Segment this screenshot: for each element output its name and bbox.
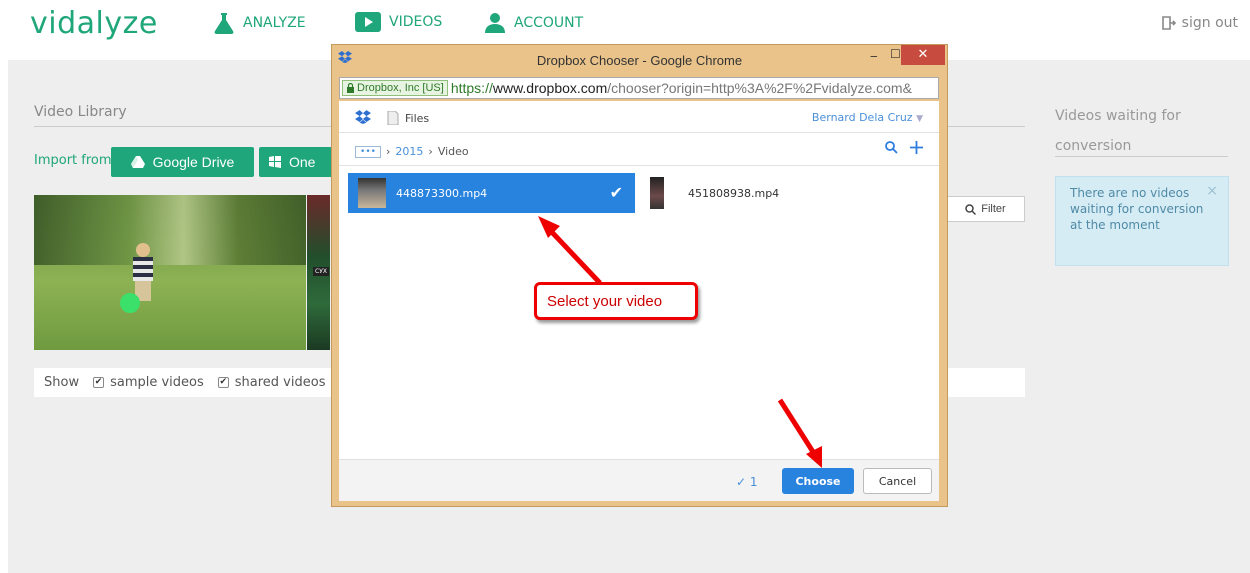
import-from-label: Import from (34, 153, 112, 168)
cancel-button[interactable]: Cancel (863, 468, 932, 494)
search-icon (965, 203, 977, 215)
sign-out-label: sign out (1181, 15, 1238, 31)
thumbnail-tag: СУХ (313, 267, 329, 276)
files-label: Files (405, 111, 430, 125)
nav-videos[interactable]: VIDEOS (355, 12, 442, 32)
breadcrumb-more[interactable]: ••• (355, 145, 381, 158)
breadcrumb-year[interactable]: 2015 (395, 145, 423, 158)
files-tab[interactable]: Files (387, 111, 429, 125)
selected-count: ✓ 1 (736, 475, 758, 489)
window-titlebar: Dropbox Chooser - Google Chrome ‒ ☐ ✕ (332, 45, 947, 76)
annotation-callout: Select your video (534, 282, 698, 320)
divider (339, 165, 939, 166)
lock-icon (347, 83, 354, 93)
url-host: www.dropbox.com (492, 80, 608, 96)
video-file-thumbnail (650, 177, 664, 209)
ssl-label: Dropbox, Inc [US] (357, 82, 444, 94)
file-icon (387, 111, 399, 125)
close-window-button[interactable]: ✕ (901, 45, 945, 65)
divider (1055, 156, 1228, 157)
chooser-header: Files Bernard Dela Cruz ▼ (339, 101, 939, 133)
shared-videos-label: shared videos (234, 375, 326, 390)
user-name: Bernard Dela Cruz (811, 111, 913, 124)
divider (945, 126, 1025, 127)
file-item-selected[interactable]: 448873300.mp4 ✔ (348, 173, 635, 213)
google-drive-label: Google Drive (152, 154, 235, 170)
dropbox-logo-icon (355, 110, 371, 124)
filter-button[interactable]: Filter (946, 196, 1025, 222)
checkbox-checked-icon: ✔ (93, 377, 105, 388)
nav-analyze[interactable]: ANALYZE (213, 12, 306, 34)
show-label: Show (44, 375, 80, 390)
child-body (133, 257, 153, 281)
file-name: 451808938.mp4 (688, 186, 780, 200)
filter-label: Filter (981, 203, 1006, 215)
onedrive-button[interactable]: One (259, 147, 331, 177)
breadcrumb: ••• › 2015 › Video (355, 145, 469, 158)
url-path: /chooser?origin=http%3A%2F%2Fvidalyze.co… (607, 80, 912, 96)
waiting-info-message: There are no videos waiting for conversi… (1070, 186, 1204, 232)
chooser-tools (885, 141, 923, 154)
flask-icon (214, 13, 234, 34)
address-bar[interactable]: Dropbox, Inc [US] https:// www.dropbox.c… (339, 77, 939, 99)
page: vidalyze ANALYZE VIDEOS ACCOUNT sign out… (0, 0, 1250, 573)
play-icon (355, 12, 381, 32)
user-icon (485, 13, 505, 33)
divider (34, 126, 334, 127)
nav-account-label: ACCOUNT (514, 15, 584, 31)
sample-videos-label: sample videos (110, 375, 204, 390)
chevron-down-icon: ▼ (916, 114, 923, 124)
file-item[interactable]: 451808938.mp4 (650, 177, 779, 209)
chevron-right-icon: › (428, 145, 433, 158)
logo[interactable]: vidalyze (30, 6, 158, 41)
breadcrumb-current: Video (437, 145, 469, 158)
ssl-badge: Dropbox, Inc [US] (342, 80, 448, 96)
onedrive-label: One (289, 154, 316, 170)
shared-videos-checkbox[interactable]: ✔ shared videos (217, 375, 326, 390)
dropbox-chooser-window: Dropbox Chooser - Google Chrome ‒ ☐ ✕ Dr… (331, 44, 948, 507)
window-title: Dropbox Chooser - Google Chrome (536, 53, 743, 68)
checkmark-icon: ✔ (609, 183, 623, 202)
waiting-info-alert: There are no videos waiting for conversi… (1055, 176, 1229, 266)
windows-icon (269, 156, 281, 168)
video-thumbnail[interactable]: СУХ (307, 195, 330, 350)
url-scheme: https:// (450, 80, 493, 96)
checkbox-checked-icon: ✔ (217, 377, 229, 388)
waiting-conversion-title: Videos waiting for conversion (1055, 108, 1181, 154)
video-library-title: Video Library (34, 104, 127, 120)
google-drive-icon (130, 155, 145, 168)
maximize-icon[interactable]: ☐ (890, 47, 901, 61)
close-icon[interactable]: × (1206, 183, 1218, 199)
google-drive-button[interactable]: Google Drive (111, 147, 254, 177)
plus-icon[interactable] (910, 141, 923, 154)
thumbnail-ball (120, 293, 140, 313)
chevron-right-icon: › (386, 145, 391, 158)
nav-videos-label: VIDEOS (389, 14, 443, 30)
chooser-footer: ✓ 1 Choose Cancel (339, 459, 939, 501)
nav-analyze-label: ANALYZE (243, 15, 306, 31)
thumbnail-background (34, 195, 306, 265)
sign-out-icon (1161, 16, 1176, 30)
nav-account[interactable]: ACCOUNT (484, 12, 583, 34)
sample-videos-checkbox[interactable]: ✔ sample videos (93, 375, 204, 390)
video-thumbnail[interactable] (34, 195, 306, 350)
choose-button[interactable]: Choose (782, 468, 854, 494)
user-menu[interactable]: Bernard Dela Cruz ▼ (812, 111, 923, 124)
search-icon[interactable] (885, 141, 898, 154)
file-name: 448873300.mp4 (396, 186, 488, 200)
child-head (136, 243, 150, 257)
minimize-icon[interactable]: ‒ (870, 49, 878, 63)
video-file-thumbnail (358, 178, 386, 208)
sign-out-link[interactable]: sign out (1161, 15, 1238, 31)
